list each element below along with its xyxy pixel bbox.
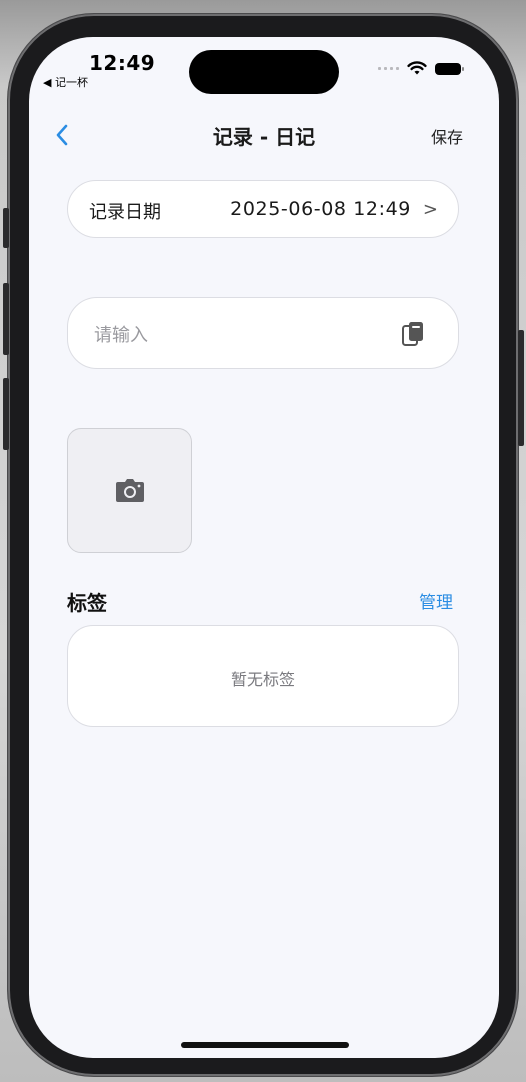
chevron-right-icon: > <box>422 199 438 220</box>
record-date-row[interactable]: 记录日期 2025-06-08 12:49 > <box>67 180 459 238</box>
dynamic-island <box>189 50 339 94</box>
tags-card: 暂无标签 <box>67 625 459 727</box>
side-button <box>3 378 9 450</box>
side-button <box>3 283 9 355</box>
tags-empty-text: 暂无标签 <box>230 670 295 689</box>
manage-tags-button[interactable]: 管理 <box>419 588 453 613</box>
wifi-icon <box>407 61 427 75</box>
side-button <box>3 208 9 248</box>
battery-icon <box>435 62 464 75</box>
clipboard-icon[interactable] <box>401 320 425 348</box>
camera-icon <box>116 479 144 502</box>
back-to-app-link[interactable]: ◀ 记一杯 <box>43 74 88 90</box>
note-input[interactable] <box>92 320 396 350</box>
page-title: 记录 - 日记 <box>212 125 316 149</box>
note-input-card <box>67 297 459 369</box>
tags-heading: 标签 <box>67 591 107 615</box>
record-date-label: 记录日期 <box>89 202 161 223</box>
cellular-signal-icon <box>378 67 399 70</box>
save-button[interactable]: 保存 <box>431 124 463 148</box>
add-photo-button[interactable] <box>67 428 192 553</box>
home-indicator[interactable] <box>181 1042 349 1048</box>
app-screen: 12:49 ◀ 记一杯 记录 - 日记 保存 记录日期 2025-06-08 1… <box>29 37 499 1058</box>
side-button <box>518 330 524 446</box>
status-time: 12:49 <box>89 51 156 75</box>
status-indicators <box>378 61 464 76</box>
record-date-value: 2025-06-08 12:49 <box>230 198 411 220</box>
